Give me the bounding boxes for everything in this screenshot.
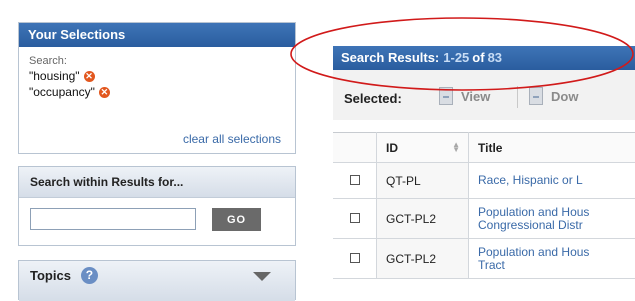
selection-term-text: "occupancy" bbox=[29, 84, 95, 100]
id-header-label: ID bbox=[386, 141, 398, 155]
id-column-header[interactable]: ID ▲▼ bbox=[377, 133, 469, 163]
your-selections-header: Your Selections bbox=[19, 23, 295, 47]
results-toolbar: Selected: View Dow bbox=[333, 70, 635, 120]
remove-icon[interactable]: ✕ bbox=[99, 87, 110, 98]
download-button[interactable]: Dow bbox=[529, 87, 578, 105]
select-column-header bbox=[333, 133, 377, 163]
help-icon[interactable]: ? bbox=[81, 267, 98, 284]
go-button[interactable]: GO bbox=[212, 208, 261, 231]
remove-icon[interactable]: ✕ bbox=[84, 71, 95, 82]
topics-title: Topics bbox=[30, 261, 71, 291]
row-title-link-line2[interactable]: Tract bbox=[478, 259, 635, 272]
table-row: QT-PL Race, Hispanic or L bbox=[333, 163, 635, 199]
row-title-cell: Population and Hous Congressional Distr bbox=[469, 199, 635, 239]
download-doc-icon bbox=[529, 87, 543, 105]
results-of: of bbox=[472, 50, 484, 65]
topics-panel: Topics ? bbox=[18, 260, 296, 300]
row-id: GCT-PL2 bbox=[377, 239, 469, 279]
row-checkbox-cell bbox=[333, 163, 377, 199]
clear-all-selections-link[interactable]: clear all selections bbox=[183, 132, 281, 146]
row-checkbox-cell bbox=[333, 199, 377, 239]
row-title-cell: Population and Hous Tract bbox=[469, 239, 635, 279]
results-range: 1-25 bbox=[443, 50, 469, 65]
search-within-input[interactable] bbox=[30, 208, 196, 230]
table-row: GCT-PL2 Population and Hous Congressiona… bbox=[333, 199, 635, 239]
view-button[interactable]: View bbox=[439, 87, 490, 105]
selections-body: Search: "housing" ✕ "occupancy" ✕ clear … bbox=[19, 47, 295, 153]
search-within-panel: Search within Results for... GO bbox=[18, 166, 296, 246]
your-selections-panel: Your Selections Search: "housing" ✕ "occ… bbox=[18, 22, 296, 154]
view-label: View bbox=[461, 89, 490, 104]
row-checkbox[interactable] bbox=[350, 175, 360, 185]
selection-term-text: "housing" bbox=[29, 68, 80, 84]
table-header-row: ID ▲▼ Title bbox=[333, 133, 635, 163]
topics-header[interactable]: Topics ? bbox=[19, 261, 295, 301]
row-title-link[interactable]: Population and Hous bbox=[478, 246, 635, 259]
search-within-header: Search within Results for... bbox=[19, 167, 295, 198]
table-row: GCT-PL2 Population and Hous Tract bbox=[333, 239, 635, 279]
selection-term: "occupancy" ✕ bbox=[29, 84, 285, 100]
row-id: GCT-PL2 bbox=[377, 199, 469, 239]
view-doc-icon bbox=[439, 87, 453, 105]
expand-triangle-icon[interactable] bbox=[253, 272, 271, 281]
row-checkbox-cell bbox=[333, 239, 377, 279]
row-title-link-line2[interactable]: Congressional Distr bbox=[478, 219, 635, 232]
search-label: Search: bbox=[29, 55, 285, 67]
title-column-header[interactable]: Title bbox=[469, 133, 635, 163]
selected-label: Selected: bbox=[344, 91, 402, 106]
row-checkbox[interactable] bbox=[350, 253, 360, 263]
results-total: 83 bbox=[488, 50, 502, 65]
search-results-header: Search Results: 1-25of 83 bbox=[333, 46, 635, 70]
row-title-link[interactable]: Population and Hous bbox=[478, 206, 635, 219]
search-within-body: GO bbox=[19, 198, 295, 247]
results-table: ID ▲▼ Title QT-PL Race, Hispanic or L GC… bbox=[333, 132, 635, 279]
selection-term: "housing" ✕ bbox=[29, 68, 285, 84]
search-results-label: Search Results: bbox=[341, 50, 439, 65]
row-id: QT-PL bbox=[377, 163, 469, 199]
download-label: Dow bbox=[551, 89, 578, 104]
row-checkbox[interactable] bbox=[350, 213, 360, 223]
sort-icon[interactable]: ▲▼ bbox=[452, 142, 460, 152]
row-title-cell: Race, Hispanic or L bbox=[469, 163, 635, 199]
toolbar-separator bbox=[517, 86, 518, 108]
row-title-link[interactable]: Race, Hispanic or L bbox=[478, 174, 635, 187]
